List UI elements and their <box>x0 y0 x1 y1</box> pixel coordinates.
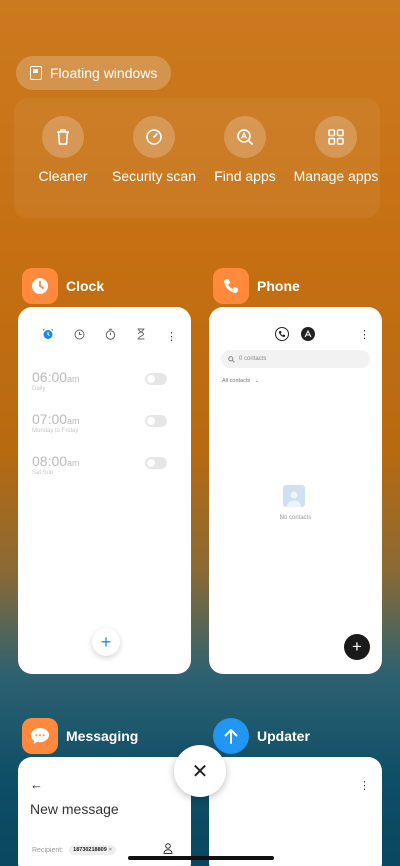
alarm-item[interactable]: 08:00am Sat Sun <box>32 453 179 483</box>
alarm-item[interactable]: 06:00am Daily <box>32 369 179 399</box>
close-all-button[interactable]: ✕ <box>174 745 226 797</box>
clock-app-icon <box>22 268 58 304</box>
phone-app-card[interactable]: ⋮ 0 contacts All contacts ⌄ No contacts … <box>209 307 382 674</box>
manage-apps-tool[interactable]: Manage apps <box>291 116 381 184</box>
new-message-title: New message <box>30 801 119 817</box>
empty-contacts-icon <box>283 485 305 507</box>
chevron-down-icon: ⌄ <box>254 378 259 384</box>
more-options-icon[interactable]: ⋮ <box>359 328 370 341</box>
contacts-tab-icon[interactable] <box>301 327 315 341</box>
find-apps-icon <box>224 116 266 158</box>
alarm-ampm: am <box>67 374 80 384</box>
timer-tab-icon[interactable] <box>136 327 146 345</box>
cleaner-label: Cleaner <box>38 168 88 184</box>
clock-tabs: ⋮ <box>42 327 177 345</box>
messaging-app-card[interactable]: ← New message Recipient: 18730218809 × <box>18 757 191 866</box>
alarm-tab-icon[interactable] <box>42 327 54 345</box>
grid-icon <box>315 116 357 158</box>
search-placeholder: 0 contacts <box>239 356 267 362</box>
alarm-ampm: am <box>67 458 80 468</box>
alarm-ampm: am <box>67 416 80 426</box>
alarm-toggle[interactable] <box>145 373 167 385</box>
alarm-toggle[interactable] <box>145 415 167 427</box>
clock-app-name: Clock <box>66 278 105 294</box>
search-icon <box>228 355 235 363</box>
find-apps-label: Find apps <box>214 168 276 184</box>
cleaner-tool[interactable]: Cleaner <box>18 116 108 184</box>
empty-contacts-label: No contacts <box>279 515 312 521</box>
phone-tabs <box>275 327 315 341</box>
phone-app-icon <box>213 268 249 304</box>
filter-label: All contacts <box>222 378 251 384</box>
updater-app-name: Updater <box>257 728 310 744</box>
quick-tools-panel: Cleaner Security scan Find apps Manage a… <box>14 98 380 218</box>
clock-app-card[interactable]: ⋮ 06:00am Daily 07:00am Monday to Friday… <box>18 307 191 674</box>
contacts-search-input[interactable]: 0 contacts <box>221 350 370 368</box>
find-apps-tool[interactable]: Find apps <box>200 116 290 184</box>
phone-app-name: Phone <box>257 278 300 294</box>
security-gauge-icon <box>133 116 175 158</box>
messaging-app-icon <box>22 718 58 754</box>
recipient-field[interactable]: Recipient: 18730218809 × <box>32 845 117 855</box>
more-options-icon[interactable]: ⋮ <box>359 779 370 792</box>
alarm-item[interactable]: 07:00am Monday to Friday <box>32 411 179 441</box>
recipient-label: Recipient: <box>32 846 64 854</box>
recipient-chip[interactable]: 18730218809 × <box>69 845 117 855</box>
alarm-toggle[interactable] <box>145 457 167 469</box>
world-clock-tab-icon[interactable] <box>74 327 85 345</box>
manage-apps-label: Manage apps <box>293 168 379 184</box>
floating-window-icon <box>30 66 42 80</box>
add-contact-button[interactable]: + <box>344 634 370 660</box>
security-scan-tool[interactable]: Security scan <box>109 116 199 184</box>
alarm-time: 08:00 <box>32 453 68 469</box>
remove-recipient-icon[interactable]: × <box>109 847 112 853</box>
alarm-time: 06:00 <box>32 369 68 385</box>
floating-windows-button[interactable]: Floating windows <box>16 56 172 90</box>
alarm-repeat: Daily <box>32 386 46 392</box>
alarm-repeat: Sat Sun <box>32 470 54 476</box>
updater-app-icon <box>213 718 249 754</box>
updater-app-card[interactable]: ⋮ <box>209 757 382 866</box>
recipient-value: 18730218809 <box>73 847 107 853</box>
floating-windows-label: Floating windows <box>50 65 158 81</box>
phone-app-header[interactable]: Phone <box>213 268 300 304</box>
security-scan-label: Security scan <box>111 168 197 184</box>
messaging-app-name: Messaging <box>66 728 139 744</box>
add-alarm-button[interactable]: + <box>92 628 120 656</box>
back-arrow-icon[interactable]: ← <box>30 777 43 792</box>
trash-icon <box>42 116 84 158</box>
contacts-filter-dropdown[interactable]: All contacts ⌄ <box>222 378 259 384</box>
alarm-time: 07:00 <box>32 411 68 427</box>
calls-tab-icon[interactable] <box>275 327 289 341</box>
updater-app-header[interactable]: Updater <box>213 718 310 754</box>
alarm-repeat: Monday to Friday <box>32 428 79 434</box>
more-options-icon[interactable]: ⋮ <box>166 330 177 343</box>
clock-app-header[interactable]: Clock <box>22 268 104 304</box>
home-indicator[interactable] <box>128 856 274 860</box>
messaging-app-header[interactable]: Messaging <box>22 718 138 754</box>
contact-picker-icon[interactable] <box>163 843 173 854</box>
stopwatch-tab-icon[interactable] <box>105 327 116 345</box>
close-icon: ✕ <box>191 760 209 783</box>
